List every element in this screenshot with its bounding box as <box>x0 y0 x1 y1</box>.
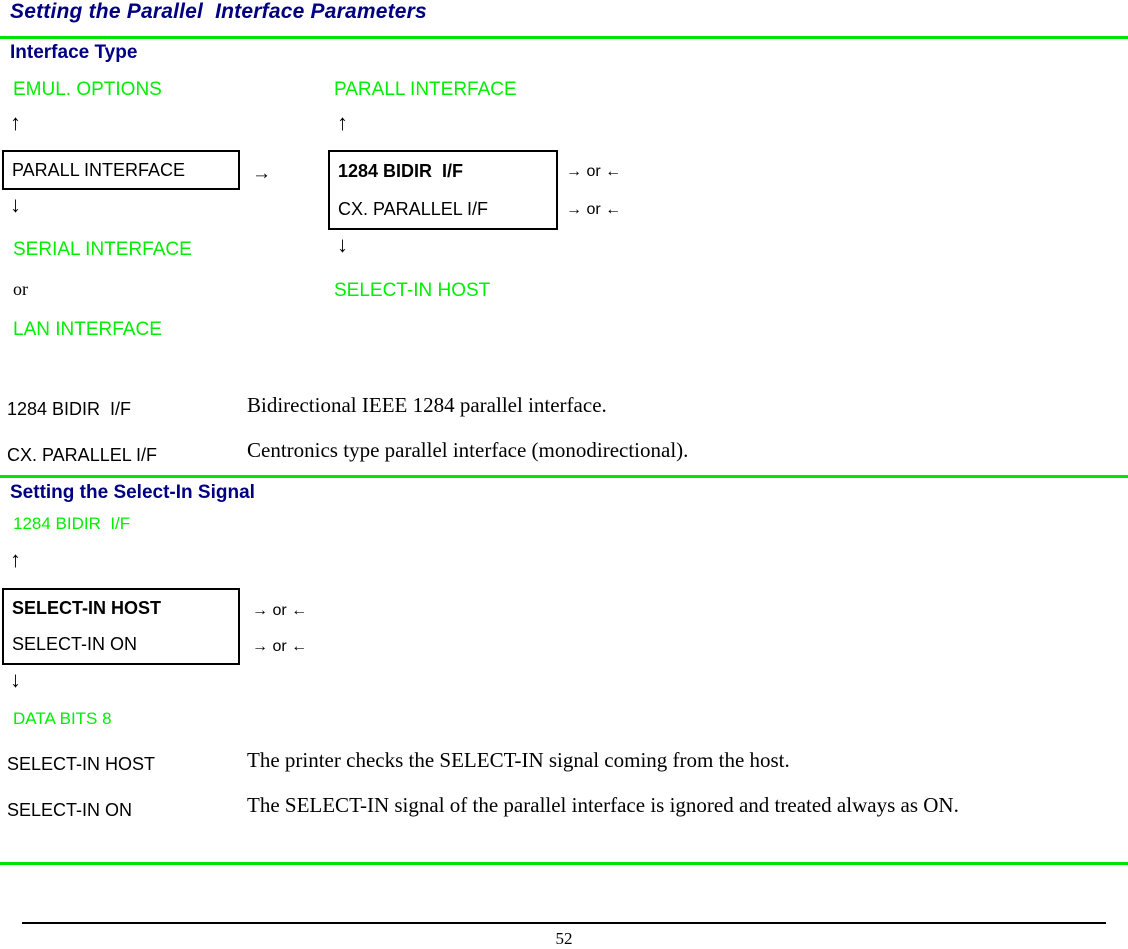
document-page: Setting the Parallel Interface Parameter… <box>0 0 1128 948</box>
left-right-arrow-label-4: → or ← <box>252 638 308 655</box>
definition-desc-select-in-on: The SELECT-IN signal of the parallel int… <box>247 793 959 817</box>
menu-box-row-select-in-host[interactable]: SELECT-IN HOST <box>4 590 238 626</box>
menu-box-row-cx-parallel[interactable]: CX. PARALLEL I/F <box>330 190 556 228</box>
definition-term-cx-parallel: CX. PARALLEL I/F <box>7 445 158 465</box>
divider-rule-middle <box>0 475 1128 478</box>
down-arrow-icon-select-in: ↓ <box>10 667 21 692</box>
left-right-arrow-label-2: → or ← <box>566 201 622 218</box>
menu-box-row-select-in-on[interactable]: SELECT-IN ON <box>4 626 238 663</box>
menu-box-parallel-mode[interactable]: 1284 BIDIR I/F CX. PARALLEL I/F <box>328 150 558 230</box>
right-arrow-icon-connector: → <box>252 163 271 184</box>
down-arrow-icon-right: ↓ <box>337 232 348 257</box>
menu-label-1284-bidir-above: 1284 BIDIR I/F <box>13 514 131 533</box>
menu-label-parall-interface-right: PARALL INTERFACE <box>334 79 517 100</box>
menu-box-select-in[interactable]: SELECT-IN HOST SELECT-IN ON <box>2 588 240 665</box>
definition-desc-1284-bidir: Bidirectional IEEE 1284 parallel interfa… <box>247 393 607 417</box>
up-arrow-icon-left: ↑ <box>10 110 21 135</box>
section-heading-select-in-signal: Setting the Select-In Signal <box>10 482 255 503</box>
menu-label-select-in-host: SELECT-IN HOST <box>334 280 491 301</box>
divider-rule-top <box>0 36 1128 39</box>
divider-rule-bottom <box>0 862 1128 865</box>
or-separator-left: or <box>13 279 28 299</box>
menu-label-data-bits-8: DATA BITS 8 <box>13 709 112 728</box>
footer-rule <box>22 922 1106 924</box>
menu-label-emul-options: EMUL. OPTIONS <box>13 79 162 100</box>
up-arrow-icon-right: ↑ <box>337 110 348 135</box>
page-title: Setting the Parallel Interface Parameter… <box>10 0 427 23</box>
menu-box-parall-interface[interactable]: PARALL INTERFACE <box>2 150 240 190</box>
definition-term-1284-bidir: 1284 BIDIR I/F <box>7 399 132 419</box>
page-number: 52 <box>555 929 573 948</box>
down-arrow-icon-left: ↓ <box>10 192 21 217</box>
up-arrow-icon-select-in: ↑ <box>10 547 21 572</box>
left-right-arrow-label-1: → or ← <box>566 163 622 180</box>
definition-term-select-in-host: SELECT-IN HOST <box>7 754 156 774</box>
section-heading-interface-type: Interface Type <box>10 42 138 63</box>
definition-desc-select-in-host: The printer checks the SELECT-IN signal … <box>247 748 790 772</box>
definition-desc-cx-parallel: Centronics type parallel interface (mono… <box>247 438 689 462</box>
left-right-arrow-label-3: → or ← <box>252 602 308 619</box>
menu-label-lan-interface: LAN INTERFACE <box>13 319 162 340</box>
menu-box-row-parall-interface[interactable]: PARALL INTERFACE <box>4 152 238 188</box>
menu-label-serial-interface: SERIAL INTERFACE <box>13 239 192 260</box>
menu-box-row-1284-bidir[interactable]: 1284 BIDIR I/F <box>330 152 556 190</box>
definition-term-select-in-on: SELECT-IN ON <box>7 800 133 820</box>
